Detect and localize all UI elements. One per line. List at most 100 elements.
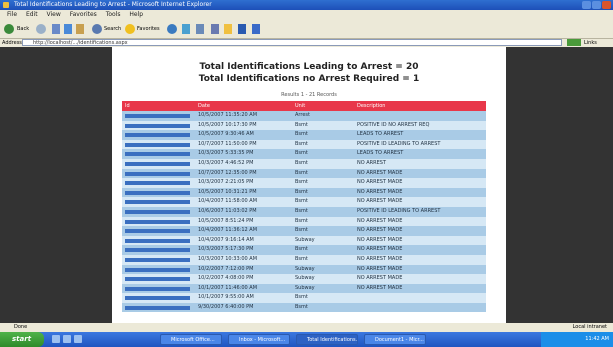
- print-icon[interactable]: [211, 24, 219, 34]
- col-id[interactable]: Id: [122, 101, 195, 111]
- home-icon[interactable]: [76, 24, 84, 34]
- description-cell: POSITIVE ID NO ARREST REQ: [357, 121, 430, 128]
- address-label: Address: [2, 40, 22, 46]
- id-link[interactable]: [122, 169, 195, 179]
- unit-cell: Subway: [295, 265, 315, 272]
- record-link[interactable]: [125, 229, 190, 234]
- id-link[interactable]: [122, 255, 195, 265]
- refresh-icon[interactable]: [64, 24, 72, 34]
- record-link[interactable]: [125, 152, 190, 157]
- search-icon[interactable]: [92, 24, 102, 34]
- id-link[interactable]: [122, 178, 195, 188]
- id-link[interactable]: [122, 111, 195, 121]
- record-link[interactable]: [125, 248, 190, 253]
- description-cell: NO ARREST: [357, 159, 387, 166]
- id-link[interactable]: [122, 188, 195, 198]
- menu-help[interactable]: Help: [129, 10, 143, 20]
- taskbar-task[interactable]: Inbox - Microsoft...: [228, 334, 290, 345]
- date-cell: 10/3/2007 5:17:30 PM: [198, 246, 254, 253]
- id-link[interactable]: [122, 140, 195, 150]
- id-link[interactable]: [122, 293, 195, 303]
- id-link[interactable]: [122, 130, 195, 140]
- id-link[interactable]: [122, 236, 195, 246]
- record-link[interactable]: [125, 219, 190, 224]
- menu-view[interactable]: View: [47, 10, 61, 20]
- record-link[interactable]: [125, 181, 190, 186]
- taskbar: start Microsoft Office... Inbox - Micros…: [0, 332, 613, 347]
- stop-icon[interactable]: [52, 24, 60, 34]
- word-icon[interactable]: [238, 24, 246, 34]
- description-cell: [354, 303, 486, 313]
- record-link[interactable]: [125, 142, 190, 147]
- record-link[interactable]: [125, 123, 190, 128]
- id-link[interactable]: [122, 149, 195, 159]
- folder-icon[interactable]: [224, 24, 232, 34]
- media-icon[interactable]: [167, 24, 177, 34]
- outlook-icon[interactable]: [74, 335, 82, 343]
- record-link[interactable]: [125, 190, 190, 195]
- record-link[interactable]: [125, 257, 190, 262]
- table-row: 10/7/2007 11:50:00 PM Bsmt POSITIVE ID LEA…: [122, 139, 486, 150]
- menu-file[interactable]: File: [7, 10, 17, 20]
- record-link[interactable]: [125, 277, 190, 282]
- history-icon[interactable]: [182, 24, 190, 34]
- record-link[interactable]: [125, 238, 190, 243]
- id-link[interactable]: [122, 121, 195, 131]
- col-unit[interactable]: Unit: [292, 101, 354, 111]
- search-label[interactable]: Search: [104, 24, 121, 34]
- record-link[interactable]: [125, 286, 190, 291]
- record-link[interactable]: [125, 305, 190, 310]
- record-link[interactable]: [125, 200, 190, 205]
- record-link[interactable]: [125, 114, 190, 118]
- ie-quick-icon[interactable]: [63, 335, 71, 343]
- record-link[interactable]: [125, 267, 190, 272]
- close-button[interactable]: [602, 1, 611, 9]
- window-controls: [582, 1, 611, 9]
- favorites-icon[interactable]: [125, 24, 135, 34]
- id-link[interactable]: [122, 207, 195, 217]
- menu-tools[interactable]: Tools: [106, 10, 121, 20]
- messenger-icon[interactable]: [252, 24, 260, 34]
- col-description[interactable]: Description: [354, 101, 486, 111]
- links-label[interactable]: Links: [584, 39, 597, 47]
- table-row: 10/2/2007 4:08:00 PM Subway NO ARREST MADE: [122, 274, 486, 284]
- address-input[interactable]: http://localhost/.../identifications.asp…: [22, 39, 562, 46]
- id-link[interactable]: [122, 265, 195, 275]
- record-link[interactable]: [125, 161, 190, 166]
- table-row: 10/5/2007 11:35:20 AM Arrest: [122, 111, 486, 121]
- desktop-icon[interactable]: [52, 335, 60, 343]
- id-link[interactable]: [122, 197, 195, 207]
- start-button[interactable]: start: [0, 332, 44, 347]
- right-margin: [506, 47, 613, 323]
- id-link[interactable]: [122, 303, 195, 313]
- taskbar-task[interactable]: Microsoft Office...: [160, 334, 222, 345]
- unit-cell: Bsmt: [295, 131, 308, 138]
- id-link[interactable]: [122, 226, 195, 236]
- id-link[interactable]: [122, 159, 195, 169]
- go-button[interactable]: [567, 39, 581, 46]
- taskbar-task[interactable]: Document1 - Micr...: [364, 334, 426, 345]
- unit-cell: Bsmt: [295, 303, 308, 310]
- back-icon[interactable]: [4, 24, 14, 34]
- forward-icon[interactable]: [36, 24, 46, 34]
- id-link[interactable]: [122, 274, 195, 284]
- id-link[interactable]: [122, 217, 195, 227]
- minimize-button[interactable]: [582, 1, 591, 9]
- id-link[interactable]: [122, 284, 195, 294]
- date-cell: 10/6/2007 11:03:02 PM: [198, 207, 257, 214]
- table-header: Id Date Unit Description: [122, 101, 486, 111]
- taskbar-task-active[interactable]: Total Identifications...: [296, 334, 358, 345]
- back-label[interactable]: Back: [17, 24, 29, 34]
- menu-favorites[interactable]: Favorites: [70, 10, 97, 20]
- menu-edit[interactable]: Edit: [26, 10, 38, 20]
- record-link[interactable]: [125, 296, 190, 301]
- record-link[interactable]: [125, 209, 190, 214]
- maximize-button[interactable]: [592, 1, 601, 9]
- mail-icon[interactable]: [196, 24, 204, 34]
- record-link[interactable]: [125, 171, 190, 176]
- favorites-label[interactable]: Favorites: [137, 24, 160, 34]
- id-link[interactable]: [122, 245, 195, 255]
- table-row: 10/5/2007 10:31:21 PM Bsmt NO ARREST MADE: [122, 187, 486, 198]
- record-link[interactable]: [125, 133, 190, 138]
- col-date[interactable]: Date: [195, 101, 292, 111]
